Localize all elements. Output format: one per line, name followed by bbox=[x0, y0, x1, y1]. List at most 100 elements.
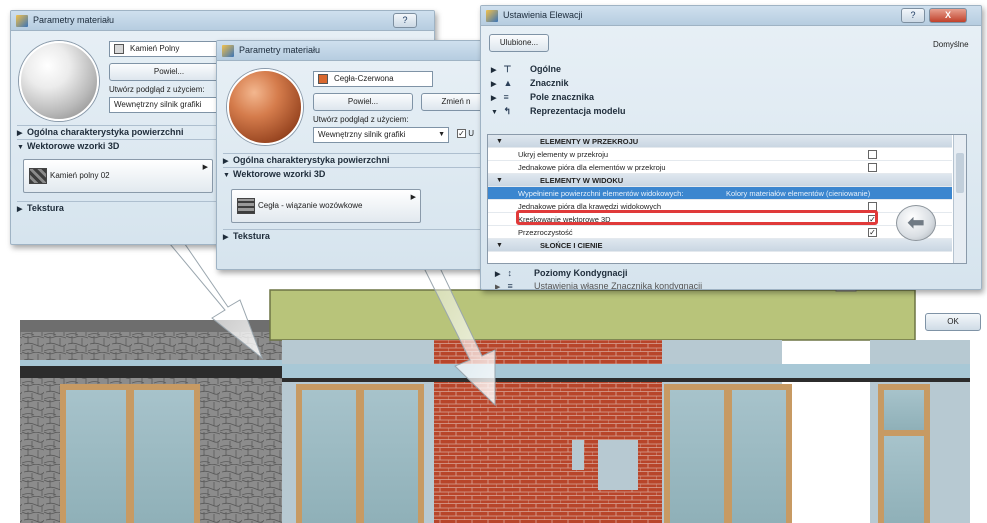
collapse-icon: ▼ bbox=[496, 138, 503, 145]
vector-pattern-picker[interactable]: Cegła - wiązanie wozówkowe ▶ bbox=[231, 189, 421, 223]
marker-icon: ▲ bbox=[503, 78, 513, 88]
engine-check-label: U bbox=[468, 129, 475, 138]
window-render-right bbox=[664, 384, 792, 523]
tree-general[interactable]: ▶ ⊤ Ogólne bbox=[491, 64, 561, 78]
expand-icon: ▶ bbox=[495, 271, 501, 278]
page: Parametry materiału ? Kamień Polny Powie… bbox=[0, 0, 987, 523]
engine-select[interactable]: Wewnętrzny silnik grafiki ▼ bbox=[313, 127, 449, 143]
hide-elements-label: Ukryj elementy w przekroju bbox=[518, 150, 609, 159]
tree-marker[interactable]: ▶ ▲ Znacznik bbox=[491, 78, 569, 92]
app-icon bbox=[16, 15, 28, 27]
eave-left-strip bbox=[20, 360, 282, 366]
app-icon bbox=[486, 10, 498, 22]
expand-icon: ▶ bbox=[17, 206, 23, 213]
collapse-icon: ▼ bbox=[496, 242, 503, 249]
table-row[interactable]: Ukryj elementy w przekroju bbox=[488, 148, 952, 161]
collapse-icon: ▼ bbox=[223, 172, 230, 179]
tree-marker-field[interactable]: ▶ ≡ Pole znacznika bbox=[491, 92, 594, 106]
pattern-thumbnail bbox=[29, 168, 47, 184]
tree-marker-label: Znacznik bbox=[530, 78, 569, 88]
tree-level-marker-label: Ustawienia własne Znacznika kondygnacji bbox=[534, 281, 703, 290]
same-pens-section-label: Jednakowe pióra dla elementów w przekroj… bbox=[518, 163, 666, 172]
scrollbar-thumb[interactable] bbox=[956, 153, 964, 193]
vector-pattern-picker[interactable]: Kamień polny 02 ▶ bbox=[23, 159, 213, 193]
section-general-label: Ogólna charakterystyka powierzchni bbox=[27, 127, 184, 137]
highlight-frame bbox=[516, 210, 878, 225]
help-button[interactable]: ? bbox=[393, 13, 417, 28]
engine-select[interactable]: Wewnętrzny silnik grafiki bbox=[109, 97, 229, 113]
section-general-label: Ogólna charakterystyka powierzchni bbox=[233, 155, 390, 165]
back-arrow-icon: ⬅ bbox=[896, 205, 936, 241]
section-vector-label: Wektorowe wzorki 3D bbox=[27, 141, 120, 151]
elevation-settings-window: Ustawienia Elewacji ? X Ulubione... Domy… bbox=[480, 5, 982, 290]
app-icon bbox=[222, 45, 234, 57]
table-row-selected[interactable]: Wypełnienie powierzchni elementów widoko… bbox=[488, 187, 952, 200]
same-pens-section-checkbox[interactable] bbox=[868, 163, 877, 172]
material-params-window-brick: Parametry materiału Cegła-Czerwona Powie… bbox=[216, 40, 494, 270]
titlebar: Parametry materiału ? bbox=[11, 11, 434, 31]
pattern-thumbnail bbox=[237, 198, 255, 214]
tree-general-label: Ogólne bbox=[530, 64, 562, 74]
expand-icon: ▶ bbox=[223, 158, 229, 165]
surface-select[interactable]: Kamień Polny bbox=[109, 41, 229, 57]
section-general[interactable]: ▶ Ogólna charakterystyka powierzchni bbox=[223, 153, 487, 167]
eave-line bbox=[282, 378, 970, 382]
level-marker-icon: ≡ bbox=[507, 281, 513, 290]
expand-icon: ▶ bbox=[223, 234, 229, 241]
settings-table: ▼ ELEMENTY W PRZEKROJU Ukryj elementy w … bbox=[487, 134, 967, 264]
vector-pattern-name: Cegła - wiązanie wozówkowe bbox=[258, 201, 363, 210]
surface-name: Kamień Polny bbox=[130, 44, 180, 53]
tree-levels[interactable]: ▶ ↕ Poziomy Kondygnacji bbox=[495, 268, 628, 282]
group-section-label: ELEMENTY W PRZEKROJU bbox=[540, 137, 639, 146]
preview-label: Utwórz podgląd z użyciem: bbox=[313, 115, 409, 124]
material-preview-sphere bbox=[19, 41, 99, 121]
window-title: Parametry materiału bbox=[239, 45, 321, 55]
default-label: Domyślne bbox=[933, 40, 969, 49]
copy-button[interactable]: Powiel... bbox=[313, 93, 413, 111]
surface-color-swatch bbox=[318, 74, 328, 84]
surface-color-swatch bbox=[114, 44, 124, 54]
group-sun-row[interactable]: ▼ SŁOŃCE I CIENIE bbox=[488, 239, 952, 252]
copy-button[interactable]: Powiel... bbox=[109, 63, 229, 81]
titlebar: Parametry materiału bbox=[217, 41, 493, 61]
tree-levels-label: Poziomy Kondygnacji bbox=[534, 268, 628, 278]
table-scrollbar[interactable] bbox=[953, 135, 966, 263]
table-row[interactable]: Jednakowe pióra dla elementów w przekroj… bbox=[488, 161, 952, 174]
group-view-label: ELEMENTY W WIDOKU bbox=[540, 176, 624, 185]
table-row[interactable]: Przezroczystość ✓ bbox=[488, 226, 952, 239]
engine-value: Wewnętrzny silnik grafiki bbox=[318, 130, 406, 139]
vector-pattern-name: Kamień polny 02 bbox=[50, 171, 110, 180]
levels-icon: ↕ bbox=[507, 268, 513, 278]
expand-icon: ▶ bbox=[17, 130, 23, 137]
transparency-label: Przezroczystość bbox=[518, 228, 573, 237]
group-view-row[interactable]: ▼ ELEMENTY W WIDOKU bbox=[488, 174, 952, 187]
collapse-icon: ▼ bbox=[17, 144, 24, 151]
transparency-checkbox[interactable]: ✓ bbox=[868, 228, 877, 237]
section-vector[interactable]: ▼ Wektorowe wzorki 3D bbox=[223, 167, 487, 181]
section-texture[interactable]: ▶ Tekstura bbox=[223, 229, 487, 243]
collapse-icon: ▼ bbox=[491, 109, 498, 116]
tree-model-representation[interactable]: ▼ ↰ Reprezentacja modelu bbox=[491, 106, 626, 120]
window-title: Ustawienia Elewacji bbox=[503, 10, 583, 20]
close-button[interactable]: X bbox=[929, 8, 967, 23]
section-vector-label: Wektorowe wzorki 3D bbox=[233, 169, 326, 179]
engine-checkbox[interactable]: ✓ U bbox=[457, 129, 475, 139]
help-button[interactable]: ? bbox=[901, 8, 925, 23]
window-far-right bbox=[878, 384, 930, 523]
model-representation-icon: ↰ bbox=[503, 106, 512, 116]
preview-label: Utwórz podgląd z użyciem: bbox=[109, 85, 205, 94]
ok-button[interactable]: OK bbox=[925, 313, 981, 331]
group-section-row[interactable]: ▼ ELEMENTY W PRZEKROJU bbox=[488, 135, 952, 148]
window-title: Parametry materiału bbox=[33, 15, 115, 25]
favorites-button[interactable]: Ulubione... bbox=[489, 34, 549, 52]
tree-level-marker[interactable]: ▶ ≡ Ustawienia własne Znacznika kondygna… bbox=[495, 281, 703, 290]
fill-surfaces-label: Wypełnienie powierzchni elementów widoko… bbox=[518, 189, 684, 198]
hide-elements-checkbox[interactable] bbox=[868, 150, 877, 159]
surface-select[interactable]: Cegła-Czerwona bbox=[313, 71, 433, 87]
marker-field-icon: ≡ bbox=[503, 92, 509, 102]
titlebar: Ustawienia Elewacji ? X bbox=[481, 6, 981, 26]
dropdown-arrow-icon: ▼ bbox=[438, 131, 445, 138]
picker-arrow-icon: ▶ bbox=[410, 194, 416, 201]
tree-marker-field-label: Pole znacznika bbox=[530, 92, 595, 102]
eave-left bbox=[20, 366, 282, 378]
